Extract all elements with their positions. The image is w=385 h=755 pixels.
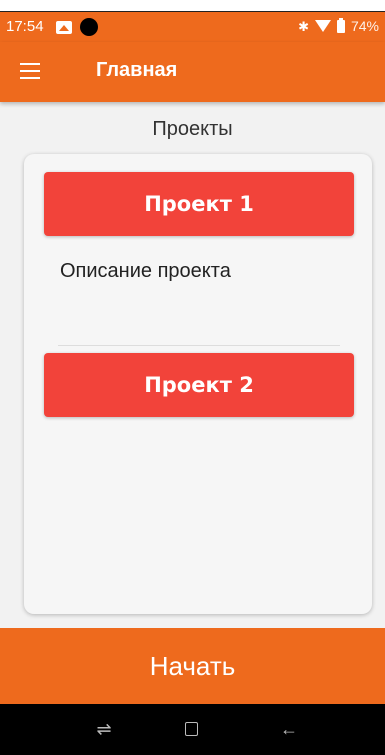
recent-apps-icon[interactable]: ⇌ bbox=[89, 716, 119, 742]
system-nav-bar: ⇌ ← bbox=[0, 704, 385, 755]
start-button[interactable]: Начать bbox=[0, 628, 385, 704]
page-title: Главная bbox=[96, 59, 178, 81]
app-bar: Главная bbox=[0, 42, 385, 102]
record-dot-icon bbox=[80, 18, 98, 36]
app-screen: 17:54 ✱ 74% Главная Проекты Проект 1 Опи… bbox=[0, 0, 385, 755]
home-square-shape bbox=[185, 722, 198, 736]
project-1-description: Описание проекта bbox=[60, 260, 231, 282]
gallery-icon bbox=[56, 21, 72, 34]
back-icon[interactable]: ← bbox=[274, 716, 304, 742]
bluetooth-icon: ✱ bbox=[298, 18, 309, 34]
battery-percent: 74% bbox=[350, 18, 379, 34]
top-border bbox=[0, 0, 385, 12]
divider bbox=[58, 345, 340, 346]
hamburger-menu-icon[interactable] bbox=[20, 63, 40, 79]
project-2-button[interactable]: Проект 2 bbox=[44, 353, 354, 417]
status-time: 17:54 bbox=[6, 18, 44, 35]
project-1-button[interactable]: Проект 1 bbox=[44, 172, 354, 236]
battery-icon bbox=[336, 17, 345, 33]
section-title: Проекты bbox=[152, 118, 233, 140]
wifi-icon bbox=[314, 20, 331, 32]
home-icon[interactable] bbox=[177, 716, 207, 742]
status-bar: 17:54 ✱ 74% bbox=[0, 12, 385, 42]
status-icons: ✱ 74% bbox=[298, 17, 379, 34]
